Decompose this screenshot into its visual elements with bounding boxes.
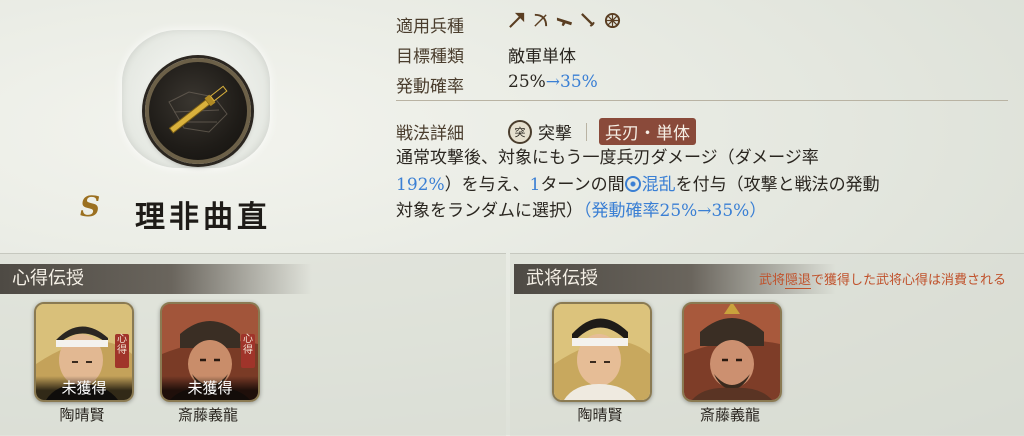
retire-notice: 武将隠退で獲得した武将心得は消費される (758, 269, 1006, 289)
description-text: 対象をランダムに選択） (396, 201, 583, 221)
description-text: を付与（攻撃と戦法の発動 (675, 174, 880, 195)
gun-icon (556, 17, 573, 27)
inherit-seal: 心得 (241, 334, 255, 368)
general-card-saito[interactable] (682, 302, 782, 402)
tactic-detail-header: 戦法詳細 突 突撃 兵刃・単体 (396, 118, 696, 145)
description-text: ）を与え、 (444, 174, 530, 195)
description-line-2: 192%）を与え、1ターンの間 混乱を付与（攻撃と戦法の発動 (396, 172, 1016, 199)
general-card-sue[interactable] (552, 302, 652, 402)
turn-count: 1 (529, 174, 541, 195)
sword-icon (145, 58, 251, 164)
inherit-seal: 心得 (115, 334, 129, 368)
damage-rate: 192% (396, 174, 445, 195)
applicable-troops-label: 適用兵種 (396, 17, 464, 37)
inherit-card-saito[interactable]: 心得 未獲得 (160, 302, 260, 402)
general-name: 陶晴賢 (59, 406, 105, 424)
assault-icon: 突 (508, 119, 532, 144)
general-name: 陶晴賢 (577, 406, 623, 424)
activation-rate-value: 25%→35% (508, 72, 598, 92)
description-text: ターンの間 (540, 174, 625, 195)
general-name: 斎藤義龍 (699, 406, 760, 424)
target-type-value: 敵軍単体 (508, 47, 576, 67)
separator (586, 122, 587, 141)
notice-text: 武将 (758, 273, 785, 288)
tactic-type: 突撃 (538, 124, 572, 144)
divider (396, 100, 1008, 101)
general-panel: 武将伝授 武将隠退で獲得した武将心得は消費される 陶晴賢 斎藤義龍 (510, 253, 1024, 436)
inherit-panel-title: 心得伝授 (0, 264, 312, 294)
notice-text: で獲得した武将心得は消費される (810, 273, 1006, 288)
tactic-detail-label: 戦法詳細 (396, 124, 464, 144)
general-portrait-sue (554, 304, 650, 400)
description-line-1: 通常攻撃後、対象にもう一度兵刃ダメージ（ダメージ率 (396, 148, 819, 168)
damage-type-tag: 兵刃・単体 (599, 118, 696, 145)
weapon-icons (508, 12, 621, 29)
bow-icon (534, 13, 548, 27)
sword-icon (581, 13, 595, 27)
rate-upgrade: →35% (545, 72, 598, 92)
rate-base: 25% (508, 72, 546, 92)
tactic-rank: S (80, 190, 101, 223)
inherit-card-sue[interactable]: 心得 未獲得 (34, 302, 134, 402)
rate-note: （発動確率25%→35%） (583, 201, 767, 221)
tactic-name: 理非曲直 (135, 200, 271, 235)
unowned-status: 未獲得 (36, 376, 132, 400)
cavalry-icon (604, 12, 621, 29)
tactic-icon-frame (100, 18, 290, 186)
spear-icon (509, 12, 525, 28)
inherit-panel: 心得伝授 心得 未獲得 陶晴賢 心得 未獲得 斎藤義龍 (0, 253, 506, 436)
general-name: 斎藤義龍 (177, 406, 238, 424)
status-confusion: 混乱 (641, 174, 676, 195)
unowned-status: 未獲得 (162, 376, 258, 400)
activation-rate-label: 発動確率 (396, 77, 464, 97)
general-portrait-saito (684, 304, 780, 400)
confusion-icon (624, 175, 641, 192)
retire-link[interactable]: 隠退 (784, 273, 811, 289)
description-line-3: 対象をランダムに選択）（発動確率25%→35%） (396, 198, 1016, 225)
target-type-label: 目標種類 (396, 47, 464, 67)
tactic-description: 通常攻撃後、対象にもう一度兵刃ダメージ（ダメージ率 192%）を与え、1ターンの… (396, 145, 1016, 225)
